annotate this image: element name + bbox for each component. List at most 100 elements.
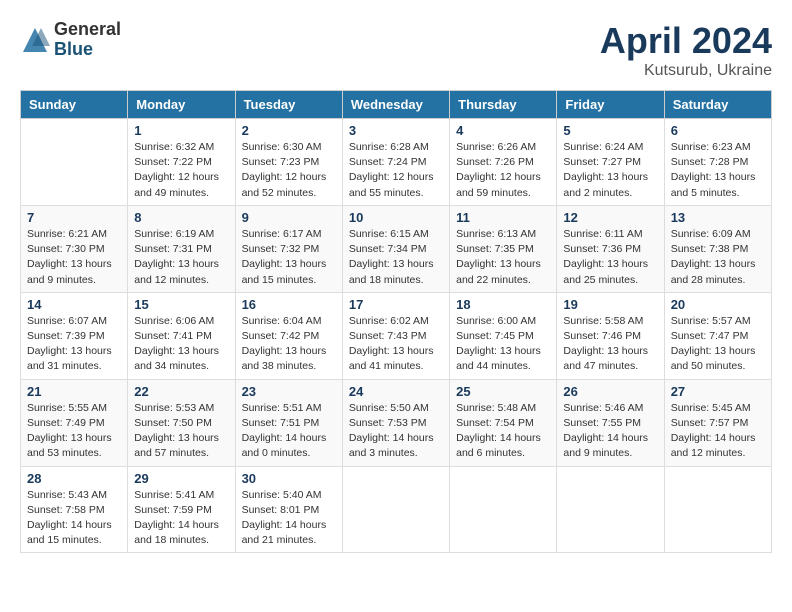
day-info: Sunrise: 6:30 AM Sunset: 7:23 PM Dayligh… (242, 140, 336, 201)
calendar-cell: 3 Sunrise: 6:28 AM Sunset: 7:24 PM Daylig… (342, 119, 449, 206)
day-info: Sunrise: 6:32 AM Sunset: 7:22 PM Dayligh… (134, 140, 228, 201)
calendar-cell: 26Sunrise: 5:46 AM Sunset: 7:55 PM Dayli… (557, 379, 664, 466)
weekday-header: Sunday (21, 91, 128, 119)
calendar-cell: 11 Sunrise: 6:13 AM Sunset: 7:35 PM Dayli… (450, 205, 557, 292)
calendar-cell: 20 Sunrise: 5:57 AM Sunset: 7:47 PM Dayli… (664, 292, 771, 379)
calendar-cell: 2 Sunrise: 6:30 AM Sunset: 7:23 PM Daylig… (235, 119, 342, 206)
day-number: 22 (134, 384, 228, 399)
calendar-cell: 1Sunrise: 6:32 AM Sunset: 7:22 PM Daylig… (128, 119, 235, 206)
day-number: 26 (563, 384, 657, 399)
day-number: 5 (563, 123, 657, 138)
calendar-week-row: 14Sunrise: 6:07 AM Sunset: 7:39 PM Dayli… (21, 292, 772, 379)
day-number: 16 (242, 297, 336, 312)
day-info: Sunrise: 5:45 AM Sunset: 7:57 PM Dayligh… (671, 401, 765, 462)
day-number: 23 (242, 384, 336, 399)
calendar-cell: 21 Sunrise: 5:55 AM Sunset: 7:49 PM Dayli… (21, 379, 128, 466)
calendar-cell: 17Sunrise: 6:02 AM Sunset: 7:43 PM Dayli… (342, 292, 449, 379)
day-number: 8 (134, 210, 228, 225)
weekday-header: Thursday (450, 91, 557, 119)
logo-blue-text: Blue (54, 40, 121, 60)
month-title: April 2024 (600, 20, 772, 62)
calendar-week-row: 28 Sunrise: 5:43 AM Sunset: 7:58 PM Dayli… (21, 466, 772, 553)
calendar-cell (557, 466, 664, 553)
calendar-cell: 28 Sunrise: 5:43 AM Sunset: 7:58 PM Dayli… (21, 466, 128, 553)
weekday-header: Monday (128, 91, 235, 119)
calendar-cell: 12Sunrise: 6:11 AM Sunset: 7:36 PM Dayli… (557, 205, 664, 292)
weekday-header: Saturday (664, 91, 771, 119)
day-info: Sunrise: 6:21 AM Sunset: 7:30 PM Dayligh… (27, 227, 121, 288)
calendar-cell: 8Sunrise: 6:19 AM Sunset: 7:31 PM Daylig… (128, 205, 235, 292)
calendar-cell: 30Sunrise: 5:40 AM Sunset: 8:01 PM Dayli… (235, 466, 342, 553)
calendar-cell (342, 466, 449, 553)
day-number: 24 (349, 384, 443, 399)
day-info: Sunrise: 6:09 AM Sunset: 7:38 PM Dayligh… (671, 227, 765, 288)
day-number: 18 (456, 297, 550, 312)
calendar-week-row: 7 Sunrise: 6:21 AM Sunset: 7:30 PM Daylig… (21, 205, 772, 292)
calendar-week-row: 21 Sunrise: 5:55 AM Sunset: 7:49 PM Dayli… (21, 379, 772, 466)
calendar-cell: 22 Sunrise: 5:53 AM Sunset: 7:50 PM Dayli… (128, 379, 235, 466)
title-area: April 2024 Kutsurub, Ukraine (600, 20, 772, 80)
day-info: Sunrise: 6:13 AM Sunset: 7:35 PM Dayligh… (456, 227, 550, 288)
calendar-cell: 19 Sunrise: 5:58 AM Sunset: 7:46 PM Dayli… (557, 292, 664, 379)
day-number: 25 (456, 384, 550, 399)
weekday-header: Friday (557, 91, 664, 119)
day-info: Sunrise: 6:17 AM Sunset: 7:32 PM Dayligh… (242, 227, 336, 288)
day-number: 19 (563, 297, 657, 312)
day-info: Sunrise: 5:43 AM Sunset: 7:58 PM Dayligh… (27, 488, 121, 549)
logo-icon (20, 25, 50, 55)
day-number: 10 (349, 210, 443, 225)
day-number: 27 (671, 384, 765, 399)
calendar-cell: 7 Sunrise: 6:21 AM Sunset: 7:30 PM Daylig… (21, 205, 128, 292)
day-number: 2 (242, 123, 336, 138)
day-info: Sunrise: 5:41 AM Sunset: 7:59 PM Dayligh… (134, 488, 228, 549)
calendar-cell: 13Sunrise: 6:09 AM Sunset: 7:38 PM Dayli… (664, 205, 771, 292)
logo: General Blue (20, 20, 121, 60)
day-info: Sunrise: 6:02 AM Sunset: 7:43 PM Dayligh… (349, 314, 443, 375)
day-number: 9 (242, 210, 336, 225)
day-info: Sunrise: 5:53 AM Sunset: 7:50 PM Dayligh… (134, 401, 228, 462)
weekday-header: Wednesday (342, 91, 449, 119)
day-info: Sunrise: 6:15 AM Sunset: 7:34 PM Dayligh… (349, 227, 443, 288)
day-info: Sunrise: 6:28 AM Sunset: 7:24 PM Dayligh… (349, 140, 443, 201)
calendar-week-row: 1Sunrise: 6:32 AM Sunset: 7:22 PM Daylig… (21, 119, 772, 206)
day-info: Sunrise: 6:04 AM Sunset: 7:42 PM Dayligh… (242, 314, 336, 375)
page-header: General Blue April 2024 Kutsurub, Ukrain… (20, 20, 772, 80)
day-number: 14 (27, 297, 121, 312)
day-number: 30 (242, 471, 336, 486)
calendar-cell: 5 Sunrise: 6:24 AM Sunset: 7:27 PM Daylig… (557, 119, 664, 206)
day-number: 3 (349, 123, 443, 138)
weekday-header-row: SundayMondayTuesdayWednesdayThursdayFrid… (21, 91, 772, 119)
day-number: 21 (27, 384, 121, 399)
calendar-cell (664, 466, 771, 553)
calendar-cell: 29 Sunrise: 5:41 AM Sunset: 7:59 PM Dayli… (128, 466, 235, 553)
day-number: 12 (563, 210, 657, 225)
day-info: Sunrise: 5:51 AM Sunset: 7:51 PM Dayligh… (242, 401, 336, 462)
calendar-cell: 14Sunrise: 6:07 AM Sunset: 7:39 PM Dayli… (21, 292, 128, 379)
day-number: 28 (27, 471, 121, 486)
day-info: Sunrise: 5:57 AM Sunset: 7:47 PM Dayligh… (671, 314, 765, 375)
calendar-cell: 27 Sunrise: 5:45 AM Sunset: 7:57 PM Dayli… (664, 379, 771, 466)
day-info: Sunrise: 6:24 AM Sunset: 7:27 PM Dayligh… (563, 140, 657, 201)
calendar-cell: 16 Sunrise: 6:04 AM Sunset: 7:42 PM Dayli… (235, 292, 342, 379)
day-info: Sunrise: 6:26 AM Sunset: 7:26 PM Dayligh… (456, 140, 550, 201)
day-number: 6 (671, 123, 765, 138)
day-info: Sunrise: 5:58 AM Sunset: 7:46 PM Dayligh… (563, 314, 657, 375)
calendar-cell: 25 Sunrise: 5:48 AM Sunset: 7:54 PM Dayli… (450, 379, 557, 466)
day-number: 7 (27, 210, 121, 225)
calendar-cell: 6 Sunrise: 6:23 AM Sunset: 7:28 PM Daylig… (664, 119, 771, 206)
day-number: 11 (456, 210, 550, 225)
day-info: Sunrise: 5:48 AM Sunset: 7:54 PM Dayligh… (456, 401, 550, 462)
day-info: Sunrise: 5:55 AM Sunset: 7:49 PM Dayligh… (27, 401, 121, 462)
calendar-cell: 18 Sunrise: 6:00 AM Sunset: 7:45 PM Dayli… (450, 292, 557, 379)
day-number: 29 (134, 471, 228, 486)
calendar-cell: 10 Sunrise: 6:15 AM Sunset: 7:34 PM Dayli… (342, 205, 449, 292)
day-info: Sunrise: 6:06 AM Sunset: 7:41 PM Dayligh… (134, 314, 228, 375)
day-number: 20 (671, 297, 765, 312)
calendar-cell (21, 119, 128, 206)
day-info: Sunrise: 6:23 AM Sunset: 7:28 PM Dayligh… (671, 140, 765, 201)
day-number: 4 (456, 123, 550, 138)
location-title: Kutsurub, Ukraine (600, 62, 772, 80)
calendar-cell: 4 Sunrise: 6:26 AM Sunset: 7:26 PM Daylig… (450, 119, 557, 206)
day-info: Sunrise: 6:00 AM Sunset: 7:45 PM Dayligh… (456, 314, 550, 375)
day-number: 15 (134, 297, 228, 312)
